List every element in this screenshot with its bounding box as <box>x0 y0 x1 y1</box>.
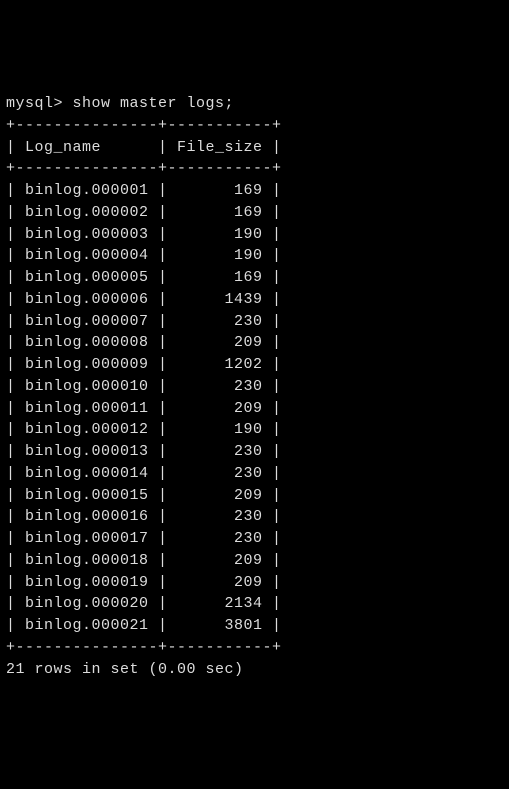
result-summary: 21 rows in set (0.00 sec) <box>6 661 244 678</box>
table-border-top: +---------------+-----------+ <box>6 117 282 134</box>
table-border-bottom: +---------------+-----------+ <box>6 639 282 656</box>
table-header: | Log_name | File_size | <box>6 139 282 156</box>
table-body: | binlog.000001 | 169 | | binlog.000002 … <box>6 182 282 634</box>
sql-command: show master logs; <box>73 95 235 112</box>
terminal-output: mysql> show master logs; +--------------… <box>6 93 503 680</box>
mysql-prompt: mysql> <box>6 95 63 112</box>
table-border-mid: +---------------+-----------+ <box>6 160 282 177</box>
